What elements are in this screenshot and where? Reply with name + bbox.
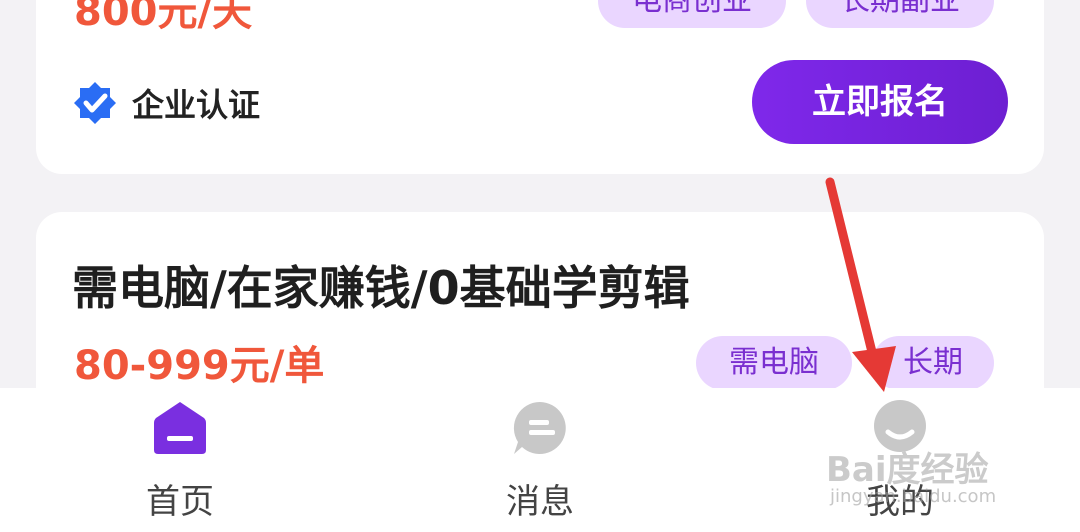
tab-home[interactable]: 首页 — [80, 388, 280, 532]
salary-label: 800元/天 — [74, 0, 253, 35]
verified-badge-icon — [74, 82, 116, 124]
job-card[interactable]: 800元/天 电商创业 长期副业 企业认证 立即报名 — [36, 0, 1044, 174]
tab-messages[interactable]: 消息 — [440, 388, 640, 532]
job-title: 需电脑/在家赚钱/0基础学剪辑 — [72, 261, 690, 315]
tab-home-label: 首页 — [146, 482, 214, 522]
job-tag: 电商创业 — [598, 0, 786, 28]
enterprise-verified: 企业认证 — [72, 80, 260, 126]
message-icon — [513, 401, 566, 454]
salary-label: 80-999元/单 — [74, 343, 325, 389]
tab-messages-label: 消息 — [506, 482, 574, 522]
job-tag: 长期 — [872, 336, 994, 390]
apply-button[interactable]: 立即报名 — [752, 60, 1008, 144]
watermark-url: jingyan.baidu.com — [830, 486, 997, 507]
verify-label: 企业认证 — [132, 86, 261, 124]
job-tag: 需电脑 — [696, 336, 852, 390]
home-icon — [154, 402, 206, 454]
watermark: Bai度经验 — [826, 450, 989, 490]
job-tag: 长期副业 — [806, 0, 994, 28]
